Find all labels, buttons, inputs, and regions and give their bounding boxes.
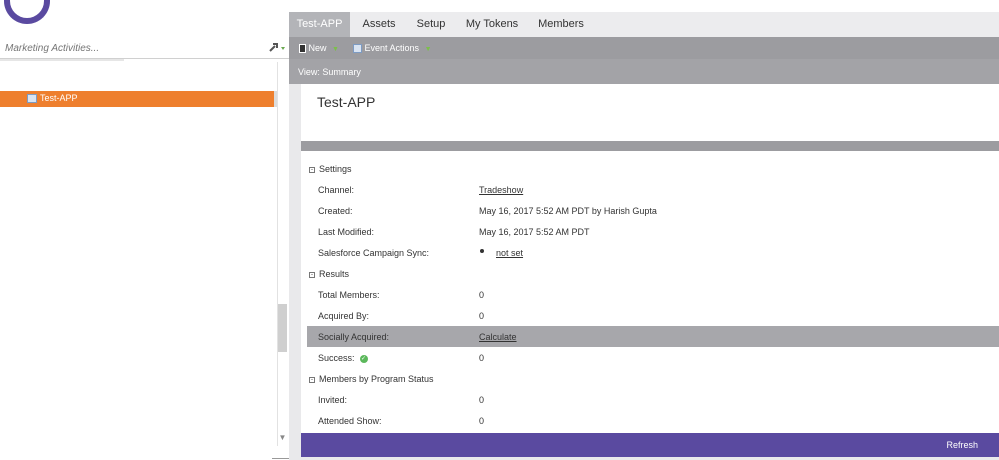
section-settings: - Settings xyxy=(307,158,999,179)
scrollbar[interactable] xyxy=(277,62,289,446)
toolbar: New ▼ Event Actions ▼ xyxy=(289,37,999,59)
tab-my-tokens[interactable]: My Tokens xyxy=(461,12,523,37)
refresh-button[interactable]: Refresh xyxy=(946,440,978,450)
tree-item-label: Test-APP xyxy=(40,93,78,103)
new-button[interactable]: New ▼ xyxy=(299,41,339,55)
section-header[interactable]: - Settings xyxy=(309,164,352,174)
tab-test-app[interactable]: Test-APP xyxy=(289,12,350,37)
section-header[interactable]: - Results xyxy=(309,269,349,279)
field-row: Salesforce Campaign Sync: not set xyxy=(307,242,999,263)
field-label: Salesforce Campaign Sync: xyxy=(318,248,430,258)
channel-link[interactable]: Tradeshow xyxy=(479,185,523,195)
scroll-down-arrow-icon[interactable]: ▼ xyxy=(278,433,287,443)
view-bar: View: Summary xyxy=(289,59,999,84)
section-header[interactable]: - Members by Program Status xyxy=(309,374,434,384)
event-actions-button[interactable]: Event Actions ▼ xyxy=(353,41,432,55)
section-program-status: - Members by Program Status xyxy=(307,368,999,389)
field-row: Attended Show: 0 xyxy=(307,410,999,431)
tab-members[interactable]: Members xyxy=(532,12,590,37)
main-panel: Test-APP Assets Setup My Tokens Members … xyxy=(289,12,999,460)
title-panel: Test-APP xyxy=(301,84,999,141)
summary-content: - Settings Channel: Tradeshow Created: Ma… xyxy=(301,151,999,433)
field-row-highlighted: Socially Acquired: Calculate xyxy=(307,326,999,347)
field-label: Channel: xyxy=(318,185,355,195)
search-tools-icon[interactable] xyxy=(268,42,286,54)
sync-link[interactable]: not set xyxy=(496,248,523,258)
collapse-icon: - xyxy=(309,376,315,383)
tab-setup[interactable]: Setup xyxy=(409,12,453,37)
scrollbar-thumb[interactable] xyxy=(278,304,287,352)
field-value: 0 xyxy=(479,416,485,426)
view-selector[interactable]: View: Summary xyxy=(298,67,361,77)
chevron-down-icon: ▼ xyxy=(424,46,432,53)
field-label: Created: xyxy=(318,206,353,216)
event-actions-label: Event Actions xyxy=(364,43,420,53)
field-value: 0 xyxy=(479,290,485,300)
divider xyxy=(0,59,124,61)
field-label: Invited: xyxy=(318,395,348,405)
tab-bar: Test-APP Assets Setup My Tokens Members xyxy=(289,12,999,37)
field-label: Success: ✓ xyxy=(318,353,368,363)
bullet-icon xyxy=(480,249,484,253)
field-row: Total Members: 0 xyxy=(307,284,999,305)
check-icon: ✓ xyxy=(359,354,368,363)
tree-item-test-app[interactable]: Test-APP xyxy=(0,91,274,107)
search-input[interactable] xyxy=(5,40,260,56)
field-row: Invited: 0 xyxy=(307,389,999,410)
field-value: 0 xyxy=(479,353,485,363)
calculate-link[interactable]: Calculate xyxy=(479,332,517,342)
footer-bar: Refresh xyxy=(301,433,999,457)
left-panel: Test-APP ▼ xyxy=(0,0,462,460)
field-row: Channel: Tradeshow xyxy=(307,179,999,200)
marketo-logo-icon xyxy=(4,0,50,24)
field-label: Attended Show: xyxy=(318,416,382,426)
tab-assets[interactable]: Assets xyxy=(355,12,403,37)
field-row: Acquired By: 0 xyxy=(307,305,999,326)
divider xyxy=(301,141,999,151)
event-actions-icon xyxy=(353,44,362,54)
field-value: 0 xyxy=(479,311,485,321)
collapse-icon: - xyxy=(309,271,315,278)
field-label: Last Modified: xyxy=(318,227,375,237)
chevron-down-icon: ▼ xyxy=(332,46,339,53)
new-icon xyxy=(299,44,306,54)
field-row: Last Modified: May 16, 2017 5:52 AM PDT xyxy=(307,221,999,242)
field-label: Acquired By: xyxy=(318,311,370,321)
collapse-icon: - xyxy=(309,166,315,173)
field-row: Created: May 16, 2017 5:52 AM PDT by Har… xyxy=(307,200,999,221)
program-icon xyxy=(27,94,37,103)
field-value: May 16, 2017 5:52 AM PDT xyxy=(479,227,590,237)
page-title: Test-APP xyxy=(317,94,376,110)
search-bar xyxy=(0,37,289,59)
field-value: May 16, 2017 5:52 AM PDT by Harish Gupta xyxy=(479,206,657,216)
field-row: Success: ✓ 0 xyxy=(307,347,999,368)
field-label: Total Members: xyxy=(318,290,380,300)
field-label: Socially Acquired: xyxy=(318,332,390,342)
new-button-label: New xyxy=(308,43,327,53)
section-results: - Results xyxy=(307,263,999,284)
field-value: 0 xyxy=(479,395,485,405)
